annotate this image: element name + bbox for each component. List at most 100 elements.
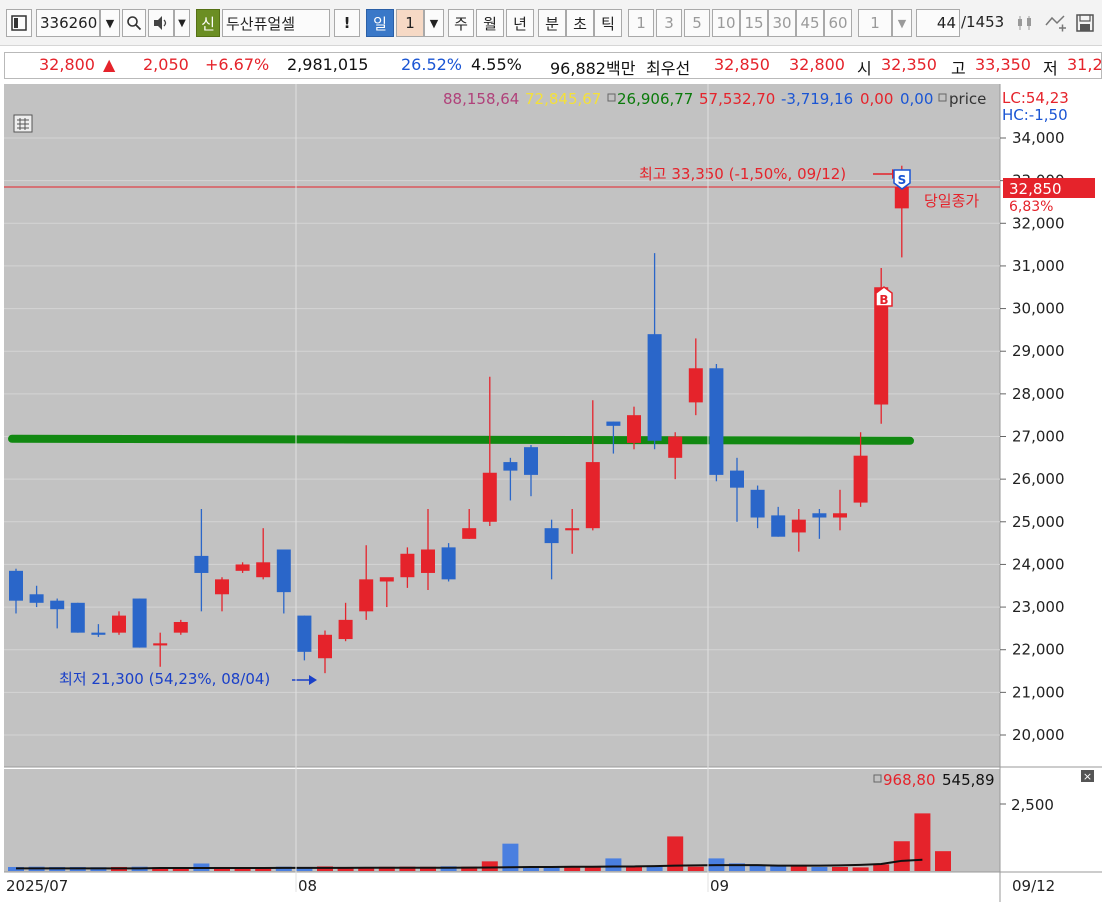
candle-body <box>91 632 106 635</box>
volume-tick-label: 2,500 <box>1011 796 1054 814</box>
indicator-value-6: 0,00 <box>860 90 893 108</box>
best-bid: 32,800 <box>789 55 845 74</box>
xaxis-label-08: 08 <box>298 877 317 895</box>
toolbar: 336260 ▼ ▼ 신 두산퓨얼셀 ! 일 1 ▼ 주 월 년 분 초 틱 1… <box>0 0 1102 46</box>
current-price-tag-value: 32,850 <box>1009 180 1062 198</box>
minute-3-button[interactable]: 3 <box>656 9 682 37</box>
chart-settings-icon[interactable] <box>13 114 33 133</box>
candle-body <box>29 594 44 603</box>
y-tick-label: 27,000 <box>1012 428 1065 446</box>
minute-60-button[interactable]: 60 <box>824 9 852 37</box>
minute-10-button[interactable]: 10 <box>712 9 740 37</box>
price-panel <box>4 84 1000 767</box>
volume-panel <box>4 769 1000 872</box>
sound-dropdown-button[interactable]: ▼ <box>174 9 190 37</box>
candle-body <box>112 615 126 633</box>
volume-value-1: 968,80 <box>883 771 936 789</box>
low-price: 31,20 <box>1067 55 1102 74</box>
stock-name-value: 두산퓨얼셀 <box>226 14 296 33</box>
menu-icon[interactable] <box>6 9 32 37</box>
close-panel-icon[interactable]: × <box>1081 770 1094 783</box>
period-second-button[interactable]: 초 <box>566 9 594 37</box>
chart-area[interactable]: 34,00033,00032,00031,00030,00029,00028,0… <box>4 84 1102 902</box>
volume-bar <box>687 866 704 871</box>
chevron-down-icon: ▼ <box>178 17 186 29</box>
candle-body <box>709 368 724 475</box>
candle-body <box>400 553 415 578</box>
alert-button[interactable]: ! <box>334 9 360 37</box>
indicator-value-3: 26,906,77 <box>617 90 693 108</box>
y-tick-label: 25,000 <box>1012 513 1065 531</box>
minute-45-button[interactable]: 45 <box>796 9 824 37</box>
code-dropdown-button[interactable]: ▼ <box>100 9 120 37</box>
candle-body <box>462 528 477 539</box>
xaxis-label-2025-07: 2025/07 <box>6 877 68 895</box>
period-tick-button[interactable]: 틱 <box>594 9 622 37</box>
period-count-dropdown[interactable]: ▼ <box>424 9 444 37</box>
high-price: 33,350 <box>975 55 1031 74</box>
volume-bar <box>481 861 498 871</box>
open-label: 시 <box>857 59 872 78</box>
search-icon <box>127 16 142 31</box>
volume-value-2: 545,89 <box>942 771 995 789</box>
minute-select-input[interactable]: 1 <box>858 9 892 37</box>
period-minute-button[interactable]: 분 <box>538 9 566 37</box>
page-position-input[interactable]: 44 <box>916 9 960 37</box>
y-tick-label: 22,000 <box>1012 641 1065 659</box>
candle-tool-button[interactable] <box>1012 9 1040 37</box>
candle-body <box>503 462 518 471</box>
period-week-button[interactable]: 주 <box>448 9 474 37</box>
price-chart[interactable]: 34,00033,00032,00031,00030,00029,00028,0… <box>4 84 1102 902</box>
y-tick-label: 28,000 <box>1012 385 1065 403</box>
y-tick-label: 21,000 <box>1012 683 1065 701</box>
minute-1-button[interactable]: 1 <box>628 9 654 37</box>
volume-bar <box>646 866 663 871</box>
minute-30-button[interactable]: 30 <box>768 9 796 37</box>
save-button[interactable] <box>1072 9 1098 37</box>
stock-code-input[interactable]: 336260 <box>36 9 100 37</box>
turnover-rate: 26.52% <box>401 55 463 74</box>
speaker-icon <box>154 16 167 30</box>
compare-tool-button[interactable] <box>1042 9 1070 37</box>
candle-body <box>606 421 621 426</box>
volume-bar <box>914 813 931 871</box>
sound-button[interactable] <box>148 9 174 37</box>
candle-body <box>359 579 374 612</box>
candle-body <box>441 547 456 580</box>
y-tick-label: 26,000 <box>1012 470 1065 488</box>
support-line <box>8 434 914 445</box>
candle-body <box>894 187 909 209</box>
y-axis: 34,00033,00032,00031,00030,00029,00028,0… <box>1000 129 1065 744</box>
indicator-value-2: 72,845,67 <box>525 90 601 108</box>
period-year-button[interactable]: 년 <box>506 9 534 37</box>
y-tick-label: 20,000 <box>1012 726 1065 744</box>
candle-body <box>338 619 353 640</box>
candles-icon <box>1018 16 1031 30</box>
volume-bar <box>770 865 787 871</box>
y-tick-label: 24,000 <box>1012 555 1065 573</box>
up-arrow-icon: ▲ <box>103 55 116 74</box>
high-label: 고 <box>951 59 966 78</box>
candle-body <box>50 600 65 610</box>
volume-bar <box>605 858 622 871</box>
candle-body <box>153 643 168 646</box>
period-day-button[interactable]: 일 <box>366 9 394 37</box>
indicator-value-7: 0,00 <box>900 90 933 108</box>
candle-body <box>833 513 847 518</box>
period-month-button[interactable]: 월 <box>476 9 504 37</box>
volume-bar <box>790 866 807 871</box>
search-button[interactable] <box>122 9 146 37</box>
save-icon <box>1076 14 1094 32</box>
low-label: 저 <box>1043 59 1058 78</box>
minute-5-button[interactable]: 5 <box>684 9 710 37</box>
lc-label: LC:54,23 <box>1002 89 1069 107</box>
volume-ratio: 4.55% <box>471 55 522 74</box>
stock-code-value: 336260 <box>40 14 98 32</box>
stock-name-field[interactable]: 두산퓨얼셀 <box>222 9 330 37</box>
minute-15-button[interactable]: 15 <box>740 9 768 37</box>
period-count-input[interactable]: 1 <box>396 9 424 37</box>
candle-body <box>565 528 580 531</box>
candle-body <box>194 555 209 573</box>
support-level-line <box>8 434 914 445</box>
minute-select-dropdown[interactable]: ▼ <box>892 9 912 37</box>
